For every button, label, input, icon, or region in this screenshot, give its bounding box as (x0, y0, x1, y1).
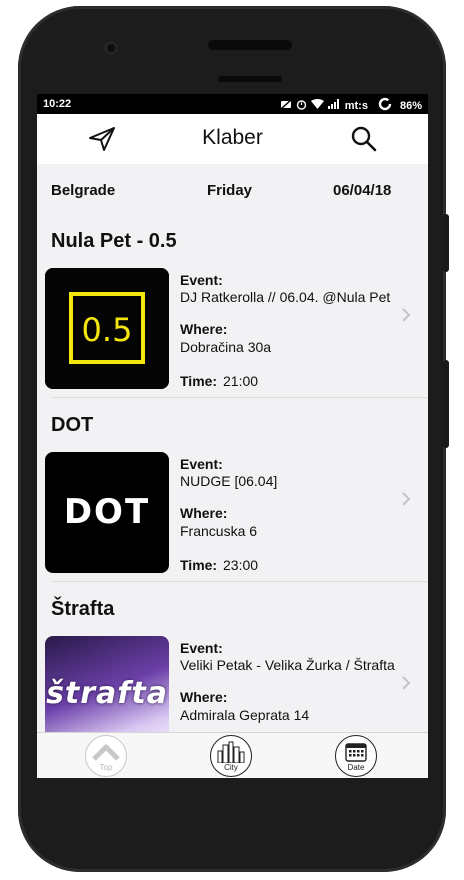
date-filter[interactable]: 06/04/18 (333, 182, 391, 199)
venue-logo: 0.5 (45, 268, 169, 389)
event-address: Admirala Geprata 14 (180, 707, 310, 723)
tab-label-date: Date (347, 763, 365, 772)
app-screen: 10:22 mt:s 86% Klaber Belgrade Friday 06… (37, 94, 428, 778)
where-label: Where: (180, 505, 228, 521)
venue-name: Nula Pet - 0.5 (51, 230, 177, 252)
event-address: Francuska 6 (180, 523, 258, 539)
search-icon (351, 126, 377, 152)
event-address: Dobračina 30a (180, 339, 272, 355)
battery-label: 86% (399, 100, 422, 112)
date-tab-button[interactable]: Date (335, 735, 377, 777)
tab-label-city: City (224, 763, 238, 772)
event-title: Veliki Petak - Velika Žurka / Štrafta (180, 657, 395, 673)
event-time: 23:00 (223, 557, 259, 573)
status-bar: 10:22 mt:s 86% (37, 94, 428, 114)
event-list-item[interactable]: DOT DOT Event: NUDGE [06.04] Where: Fran… (37, 398, 428, 582)
time-label: Time: (180, 557, 218, 573)
search-button[interactable] (349, 124, 379, 154)
chevron-right-icon (402, 492, 411, 506)
event-list: Nula Pet - 0.5 0.5 Event: DJ Ratkerolla … (37, 214, 428, 766)
bottom-tab-bar: Top City Date (37, 732, 428, 778)
app-header: Klaber (37, 114, 428, 164)
status-time: 10:22 (43, 98, 72, 110)
calendar-icon (345, 743, 367, 762)
chevron-up-icon (92, 744, 120, 761)
city-skyline-icon (217, 741, 245, 763)
day-filter[interactable]: Friday (207, 182, 252, 199)
logo-text: štrafta (46, 676, 168, 711)
alarm-icon (296, 99, 307, 114)
venue-name: Štrafta (51, 598, 115, 620)
earpiece-speaker (208, 40, 292, 50)
event-label: Event: (180, 456, 223, 472)
event-label: Event: (180, 272, 223, 288)
battery-ring-icon (378, 97, 392, 115)
time-label: Time: (180, 373, 218, 389)
top-tab-button[interactable]: Top (85, 735, 127, 777)
sensor-strip (218, 76, 282, 82)
wifi-icon (310, 99, 324, 113)
chevron-right-icon (402, 308, 411, 322)
venue-name: DOT (51, 414, 94, 436)
power-button (443, 214, 449, 272)
city-tab-button[interactable]: City (210, 735, 252, 777)
logo-text: DOT (63, 492, 151, 532)
event-title: DJ Ratkerolla // 06.04. @Nula Pet (180, 289, 391, 305)
where-label: Where: (180, 689, 228, 705)
event-list-item[interactable]: Nula Pet - 0.5 0.5 Event: DJ Ratkerolla … (37, 214, 428, 398)
chevron-right-icon (402, 676, 411, 690)
mute-icon (280, 98, 292, 114)
event-title: NUDGE [06.04] (180, 473, 278, 489)
where-label: Where: (180, 321, 228, 337)
front-camera (104, 41, 118, 55)
logo-text: 0.5 (81, 311, 133, 349)
venue-logo: DOT (45, 452, 169, 573)
carrier-label: mt:s (344, 100, 368, 112)
city-filter[interactable]: Belgrade (51, 182, 115, 199)
filter-bar: Belgrade Friday 06/04/18 (37, 164, 428, 214)
signal-icon (327, 99, 341, 113)
event-time: 21:00 (223, 373, 259, 389)
event-label: Event: (180, 640, 223, 656)
volume-button (443, 360, 449, 448)
tab-label-top: Top (99, 763, 113, 772)
